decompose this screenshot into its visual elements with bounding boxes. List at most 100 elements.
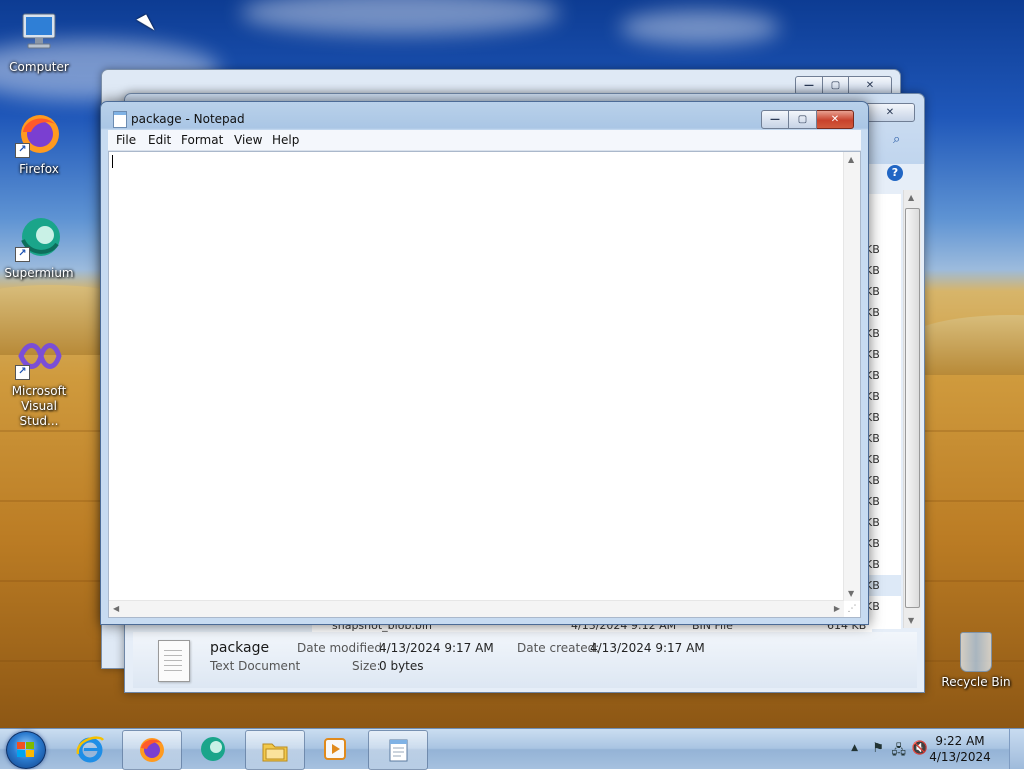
taskbar-item-windows-explorer[interactable]	[245, 730, 305, 770]
vertical-scrollbar[interactable]: ▲ ▼	[843, 152, 860, 601]
firefox-icon: ↗	[15, 110, 63, 158]
search-icon[interactable]: ⌕	[893, 132, 917, 152]
show-hidden-icons-button[interactable]: ▲	[851, 743, 858, 753]
window-controls: — ▢ ✕	[761, 110, 854, 129]
details-pane: package Text Document Date modified: 4/1…	[133, 632, 917, 688]
visual-studio-icon: ↗	[15, 332, 63, 380]
menu-view[interactable]: View	[234, 133, 262, 147]
folder-icon	[262, 743, 288, 762]
date-modified-label: Date modified:	[297, 641, 387, 655]
text-editor[interactable]: ▲ ▼ ◀ ▶ ⋰	[108, 151, 861, 618]
clock-date: 4/13/2024	[929, 750, 991, 764]
text-caret	[112, 155, 113, 168]
close-button[interactable]: ✕	[817, 110, 854, 129]
size-cell: KB	[865, 348, 880, 361]
desktop-icon-supermium[interactable]: ↗ Supermium	[0, 214, 78, 281]
scroll-down-arrow-icon[interactable]: ▼	[848, 589, 854, 598]
computer-icon	[15, 8, 63, 56]
supermium-icon	[201, 737, 225, 761]
size-cell: KB	[865, 243, 880, 256]
action-center-flag-icon[interactable]: ⚑	[872, 741, 884, 756]
menu-format[interactable]: Format	[181, 133, 223, 147]
size-cell: KB	[865, 369, 880, 382]
scroll-down-arrow-icon[interactable]: ▼	[908, 616, 914, 625]
window-controls: ✕	[865, 103, 915, 122]
cloud	[240, 0, 560, 35]
show-desktop-button[interactable]	[1009, 729, 1024, 769]
resize-grip-icon[interactable]: ⋰	[845, 602, 859, 616]
taskbar-item-firefox[interactable]	[122, 730, 182, 770]
file-list-scrollbar[interactable]: ▲ ▼	[903, 190, 921, 628]
desktop-icon-label: Microsoft Visual Stud...	[11, 384, 67, 428]
size-cell-selected: KB	[865, 575, 901, 596]
menu-file[interactable]: File	[116, 133, 136, 147]
size-cell: KB	[865, 327, 880, 340]
desktop-icon-label: Recycle Bin	[941, 675, 1011, 689]
size-label: Size:	[352, 659, 381, 673]
size-cell: KB	[865, 432, 880, 445]
details-file-type: Text Document	[210, 659, 301, 673]
shortcut-arrow-icon: ↗	[15, 143, 30, 158]
size-cell: KB	[865, 306, 880, 319]
media-player-icon	[324, 738, 346, 760]
size-cell: KB	[865, 495, 880, 508]
scroll-up-arrow-icon[interactable]: ▲	[848, 155, 854, 164]
internet-explorer-icon	[76, 736, 105, 763]
scrollbar-thumb[interactable]	[905, 208, 920, 608]
details-file-name: package	[210, 640, 270, 656]
taskbar: ▲ ⚑ 🖧 🔇 9:22 AM 4/13/2024	[0, 728, 1024, 770]
shortcut-arrow-icon: ↗	[15, 365, 30, 380]
notepad-icon	[389, 739, 408, 762]
desktop-icon-computer[interactable]: Computer	[0, 8, 78, 75]
desktop-icon-firefox[interactable]: ↗ Firefox	[0, 110, 78, 177]
system-clock[interactable]: 9:22 AM 4/13/2024	[920, 733, 1000, 765]
desktop-icon-visual-studio[interactable]: ↗ Microsoft Visual Stud...	[0, 332, 78, 429]
size-cell: KB	[865, 411, 880, 424]
menu-help[interactable]: Help	[272, 133, 299, 147]
close-button[interactable]: ✕	[865, 103, 915, 122]
recycle-bin-icon	[960, 632, 992, 672]
notepad-window[interactable]: package - Notepad — ▢ ✕ File Edit Format…	[100, 101, 869, 625]
size-cell: KB	[865, 453, 880, 466]
notepad-icon	[113, 111, 127, 128]
date-modified-value: 4/13/2024 9:17 AM	[379, 641, 494, 655]
taskbar-item-notepad[interactable]	[368, 730, 428, 770]
horizontal-scrollbar[interactable]: ◀ ▶	[109, 600, 844, 617]
size-cell: KB	[865, 516, 880, 529]
windows-logo-icon	[17, 742, 35, 758]
desktop-icon-recycle-bin[interactable]: Recycle Bin	[940, 630, 1012, 689]
menu-edit[interactable]: Edit	[148, 133, 171, 147]
size-value: 0 bytes	[379, 659, 424, 673]
network-icon[interactable]: 🖧	[892, 741, 907, 763]
desktop-icon-label: Computer	[9, 60, 69, 74]
cloud	[620, 10, 780, 45]
window-title: package - Notepad	[131, 112, 245, 126]
shortcut-arrow-icon: ↗	[15, 247, 30, 262]
menu-bar: File Edit Format View Help	[108, 130, 861, 151]
taskbar-item-media-player[interactable]	[306, 730, 364, 768]
minimize-button[interactable]: —	[761, 110, 789, 129]
scroll-up-arrow-icon[interactable]: ▲	[908, 193, 914, 202]
size-cell: KB	[865, 285, 880, 298]
supermium-icon: ↗	[15, 214, 63, 262]
scroll-right-arrow-icon[interactable]: ▶	[834, 604, 840, 613]
size-cell: KB	[865, 390, 880, 403]
size-column: KB KB KB KB KB KB KB KB KB KB KB KB KB K…	[865, 239, 901, 617]
desktop-icon-label: Supermium	[4, 266, 74, 280]
size-cell: KB	[865, 600, 880, 613]
desktop-icon-label: Firefox	[19, 162, 59, 176]
start-button[interactable]	[6, 731, 46, 769]
taskbar-item-internet-explorer[interactable]	[61, 730, 119, 768]
size-cell: KB	[865, 474, 880, 487]
maximize-button[interactable]: ▢	[789, 110, 817, 129]
size-cell: KB	[865, 264, 880, 277]
taskbar-item-supermium[interactable]	[184, 730, 242, 768]
text-document-icon	[158, 640, 190, 682]
clock-time: 9:22 AM	[935, 734, 985, 748]
size-cell: KB	[865, 558, 880, 571]
help-icon[interactable]: ?	[887, 165, 903, 181]
firefox-icon	[140, 738, 164, 762]
size-cell: KB	[865, 537, 880, 550]
scroll-left-arrow-icon[interactable]: ◀	[113, 604, 119, 613]
date-created-value: 4/13/2024 9:17 AM	[590, 641, 705, 655]
